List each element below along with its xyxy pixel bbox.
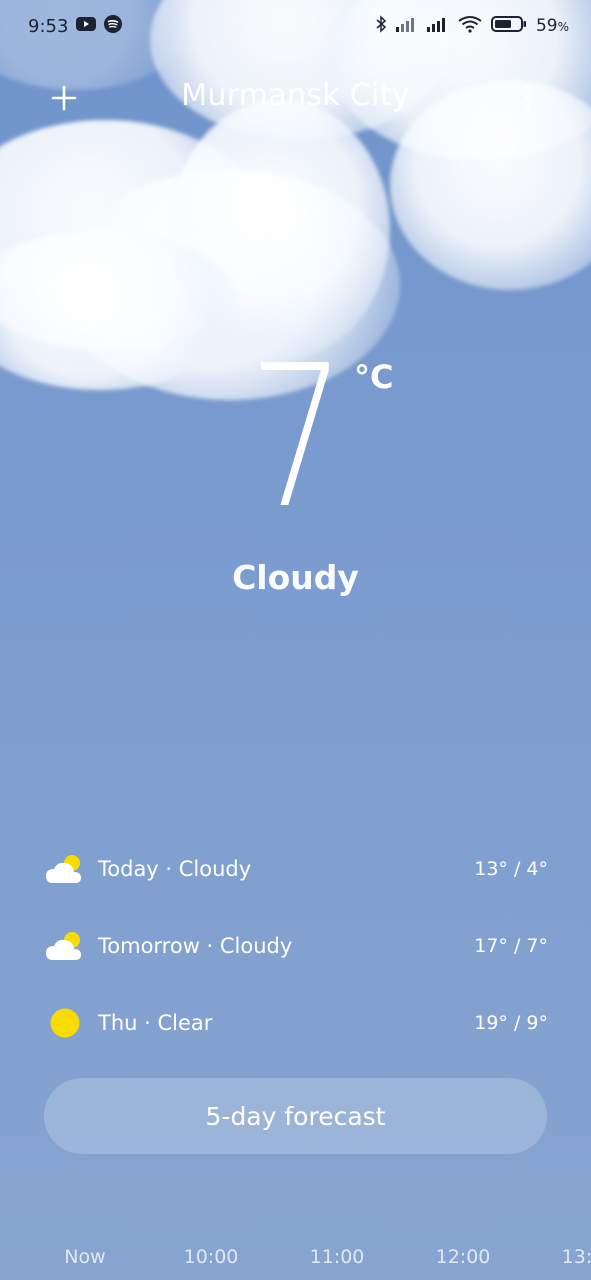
status-bar: 9:53 59% (0, 0, 591, 52)
five-day-forecast-button[interactable]: 5-day forecast (44, 1078, 547, 1154)
forecast-range: 19° / 9° (474, 1011, 548, 1034)
hour-label: 10:00 (183, 1246, 239, 1268)
signal-icon (395, 16, 418, 37)
bluetooth-icon (375, 14, 387, 38)
battery-level: 59% (535, 16, 569, 36)
hour-label: Now (64, 1246, 106, 1268)
hour-label: 11:00 (309, 1246, 365, 1268)
hourly-forecast[interactable]: Now 10:00 11:00 12:00 13:00 (0, 1240, 591, 1280)
status-time: 9:53 (28, 15, 69, 37)
forecast-row-tomorrow[interactable]: Tomorrow · Cloudy 17° / 7° (44, 907, 548, 984)
status-right: 59% (375, 14, 569, 38)
sun-icon (44, 1002, 86, 1044)
status-left: 9:53 (28, 14, 123, 38)
temperature-unit: °C (354, 358, 394, 396)
spotify-icon (104, 14, 123, 38)
hour-label: 12:00 (435, 1246, 491, 1268)
forecast-label: Thu · Clear (98, 1010, 213, 1035)
battery-icon (490, 15, 527, 38)
more-menu-button[interactable] (508, 78, 548, 118)
forecast-row-thu[interactable]: Thu · Clear 19° / 9° (44, 984, 548, 1061)
app-header: Murmansk City (0, 66, 591, 128)
forecast-list: Today · Cloudy 13° / 4° Tomorrow · Cloud… (44, 830, 548, 1061)
current-temperature: 7 °C (0, 340, 591, 540)
partly-cloudy-icon (44, 925, 86, 967)
forecast-range: 17° / 7° (474, 934, 548, 957)
more-vertical-icon (525, 85, 531, 111)
city-title: Murmansk City (181, 78, 410, 113)
current-condition: Cloudy (232, 558, 359, 597)
temperature-value: 7 (248, 324, 345, 552)
wifi-icon (458, 15, 482, 38)
forecast-row-today[interactable]: Today · Cloudy 13° / 4° (44, 830, 548, 907)
youtube-icon (76, 16, 97, 37)
forecast-label: Tomorrow · Cloudy (98, 933, 293, 958)
signal-icon (426, 16, 449, 37)
hour-label: 13:00 (561, 1246, 591, 1268)
partly-cloudy-icon (44, 848, 86, 890)
forecast-range: 13° / 4° (474, 857, 548, 880)
forecast-label: Today · Cloudy (98, 856, 252, 881)
